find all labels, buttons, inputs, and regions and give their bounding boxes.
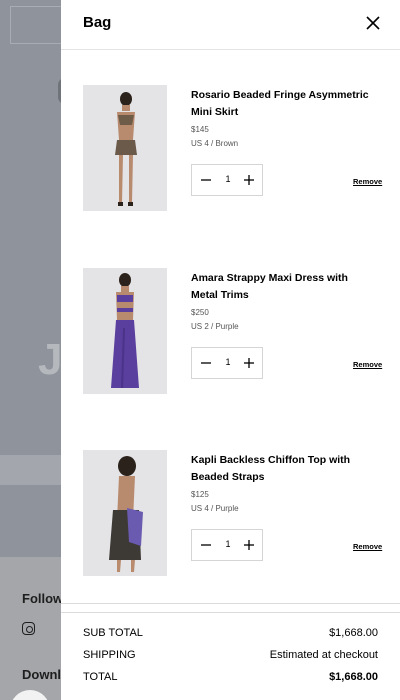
product-photo-skirt [83,85,167,211]
increase-quantity-button[interactable] [242,538,256,552]
subtotal-value: $1,668.00 [329,627,378,639]
product-name[interactable]: Rosario Beaded Fringe Asymmetric Mini Sk… [191,87,376,121]
cart-item: Kapli Backless Chiffon Top with Beaded S… [61,450,400,580]
product-photo-dress [83,268,167,394]
instagram-icon [22,622,35,635]
close-button[interactable] [364,14,382,32]
quantity-stepper: 1 [191,347,263,379]
decrease-quantity-button[interactable] [199,538,213,552]
divider [61,603,400,604]
bag-drawer: Bag Rosario Beaded Fringe Asymmetric Min… [61,0,400,700]
quantity-stepper: 1 [191,529,263,561]
product-name[interactable]: Kapli Backless Chiffon Top with Beaded S… [191,452,376,486]
subtotal-row: SUB TOTAL $1,668.00 [83,627,378,643]
divider [61,612,400,613]
decrease-quantity-button[interactable] [199,173,213,187]
quantity-value: 1 [225,357,231,367]
quantity-stepper: 1 [191,164,263,196]
plus-icon [244,358,254,368]
quantity-value: 1 [225,539,231,549]
shipping-value: Estimated at checkout [269,649,378,661]
product-price: $125 [191,490,209,499]
decrease-quantity-button[interactable] [199,356,213,370]
product-image[interactable] [83,450,167,576]
minus-icon [201,544,211,546]
quantity-value: 1 [225,174,231,184]
remove-item-link[interactable]: Remove [353,177,382,186]
product-price: $250 [191,308,209,317]
plus-icon [244,175,254,185]
product-variant: US 4 / Brown [191,139,239,148]
increase-quantity-button[interactable] [242,356,256,370]
product-photo-top [83,450,167,576]
shipping-label: SHIPPING [83,649,136,661]
minus-icon [201,362,211,364]
minus-icon [201,179,211,181]
close-icon [366,16,380,30]
drawer-title: Bag [83,14,112,31]
cart-item: Rosario Beaded Fringe Asymmetric Mini Sk… [61,85,400,215]
product-variant: US 2 / Purple [191,322,239,331]
cart-item: Amara Strappy Maxi Dress with Metal Trim… [61,268,400,398]
product-image[interactable] [83,85,167,211]
product-name[interactable]: Amara Strappy Maxi Dress with Metal Trim… [191,270,376,304]
total-label: TOTAL [83,671,118,683]
product-image[interactable] [83,268,167,394]
subtotal-label: SUB TOTAL [83,627,143,639]
increase-quantity-button[interactable] [242,173,256,187]
product-price: $145 [191,125,209,134]
product-variant: US 4 / Purple [191,504,239,513]
total-row: TOTAL $1,668.00 [83,671,378,687]
footer-follow-heading: Follow [22,591,64,606]
remove-item-link[interactable]: Remove [353,542,382,551]
shipping-row: SHIPPING Estimated at checkout [83,649,378,665]
total-value: $1,668.00 [329,671,378,683]
remove-item-link[interactable]: Remove [353,360,382,369]
drawer-header: Bag [61,0,400,50]
plus-icon [244,540,254,550]
